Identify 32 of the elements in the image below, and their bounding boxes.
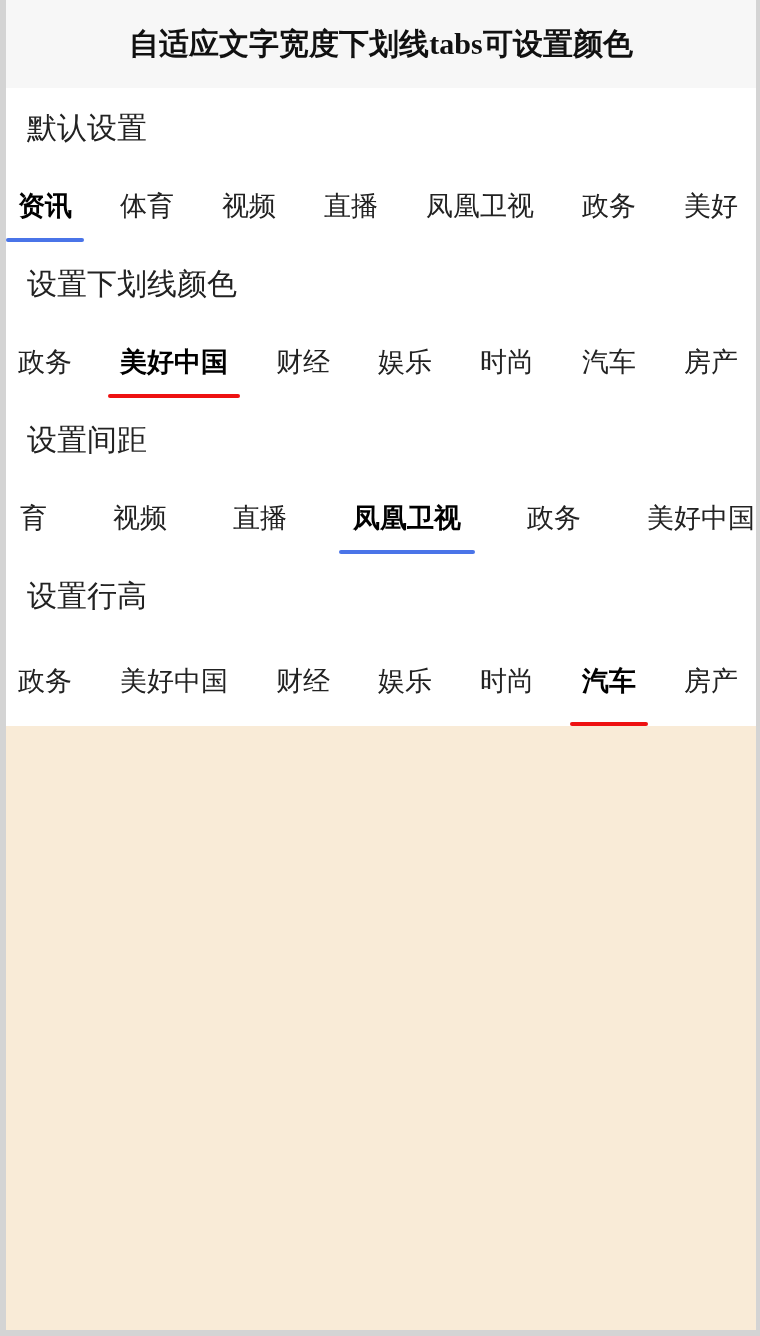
- tab[interactable]: 美好: [672, 168, 750, 244]
- section-title: 设置行高: [26, 577, 148, 614]
- tab[interactable]: 汽车: [570, 324, 648, 400]
- tab[interactable]: 视频: [99, 480, 181, 556]
- tab[interactable]: 房产: [672, 324, 750, 400]
- tab[interactable]: 政务: [6, 636, 84, 726]
- tab[interactable]: 美好中国: [108, 324, 240, 400]
- tab[interactable]: 凤凰卫视: [339, 480, 475, 556]
- tab[interactable]: 美好中国: [108, 636, 240, 726]
- tab[interactable]: 财经: [264, 636, 342, 726]
- tab[interactable]: 政务: [570, 168, 648, 244]
- tab[interactable]: 娱乐: [366, 636, 444, 726]
- tab[interactable]: 房产: [672, 636, 750, 726]
- section-title: 设置下划线颜色: [26, 265, 238, 302]
- section-title: 默认设置: [26, 109, 148, 146]
- tab[interactable]: 娱乐: [366, 324, 444, 400]
- tab[interactable]: 财经: [264, 324, 342, 400]
- tab[interactable]: 政务: [513, 480, 595, 556]
- tab[interactable]: 资讯: [6, 168, 84, 244]
- tab[interactable]: 凤凰卫视: [414, 168, 546, 244]
- tab[interactable]: 政务: [6, 324, 84, 400]
- tab[interactable]: 直播: [312, 168, 390, 244]
- section-title: 设置间距: [26, 421, 148, 458]
- tab[interactable]: 育: [6, 480, 61, 556]
- tab[interactable]: 视频: [210, 168, 288, 244]
- tab[interactable]: 直播: [219, 480, 301, 556]
- page-title: 自适应文字宽度下划线tabs可设置颜色: [129, 25, 633, 62]
- tab[interactable]: 体育: [108, 168, 186, 244]
- tab[interactable]: 时尚: [468, 324, 546, 400]
- tab[interactable]: 时尚: [468, 636, 546, 726]
- tab[interactable]: 美好中国: [633, 480, 756, 556]
- tab[interactable]: 汽车: [570, 636, 648, 726]
